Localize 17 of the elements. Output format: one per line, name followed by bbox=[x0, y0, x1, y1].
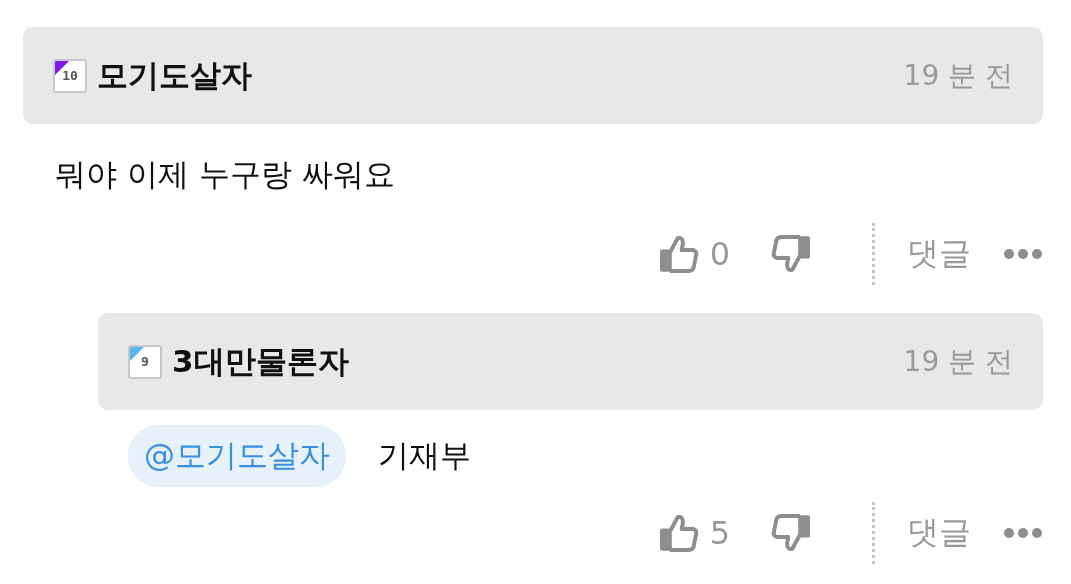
comment-text: 기재부 bbox=[378, 436, 471, 475]
like-count: 0 bbox=[709, 234, 730, 273]
author-name[interactable]: 3대만물론자 bbox=[172, 340, 349, 383]
reply-link[interactable]: 댓글 bbox=[907, 510, 971, 555]
more-icon[interactable] bbox=[1003, 526, 1043, 539]
thumbs-down-icon[interactable] bbox=[770, 511, 812, 554]
author-name[interactable]: 모기도살자 bbox=[97, 54, 252, 97]
like-count: 5 bbox=[709, 513, 730, 552]
more-icon[interactable] bbox=[1003, 247, 1043, 260]
reply-link[interactable]: 댓글 bbox=[907, 231, 971, 276]
comment-time: 19 분 전 bbox=[903, 57, 1013, 94]
level-number: 9 bbox=[141, 354, 149, 369]
comment-text: 뭐야 이제 누구랑 싸워요 bbox=[55, 155, 395, 194]
thumbs-down-icon[interactable] bbox=[770, 232, 812, 275]
level-number: 10 bbox=[62, 68, 78, 83]
comment-time: 19 분 전 bbox=[903, 343, 1013, 380]
mention-tag[interactable]: @모기도살자 bbox=[128, 425, 346, 487]
